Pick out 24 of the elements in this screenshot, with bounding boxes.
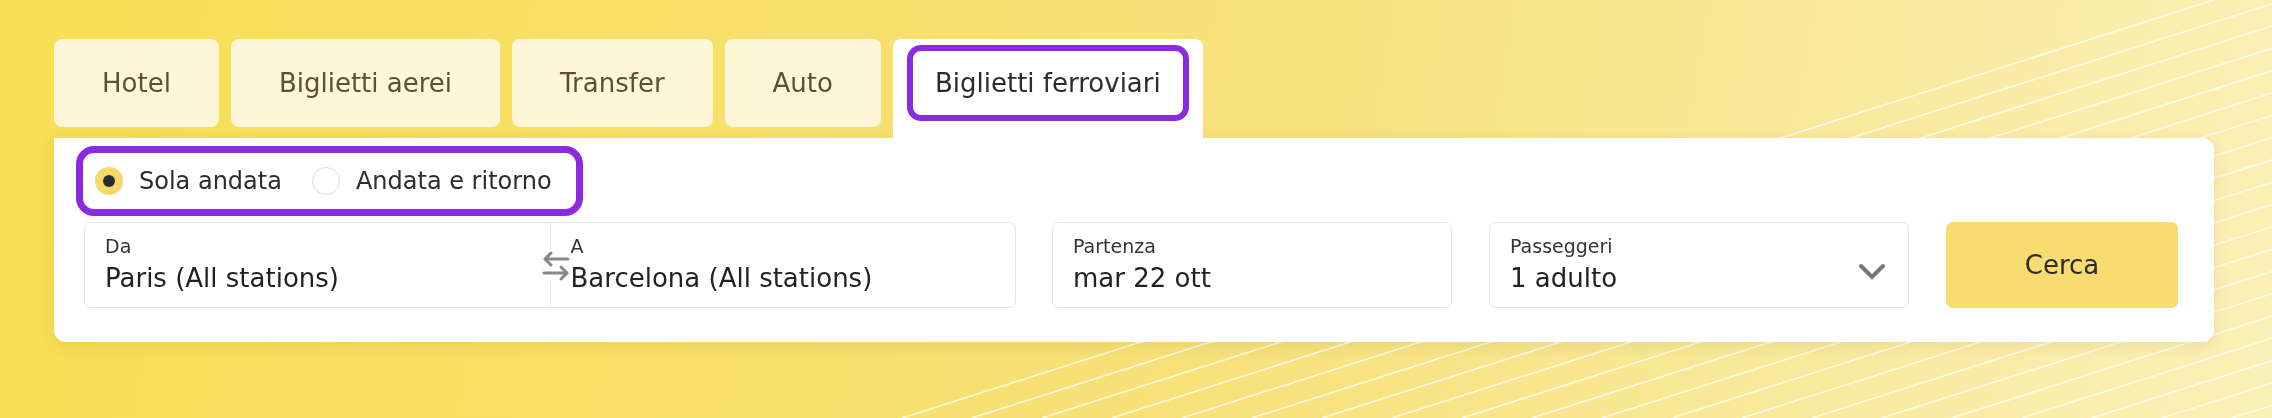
field-label: Da: [105, 235, 133, 257]
radio-option[interactable]: Andata e ritorno: [311, 167, 552, 195]
tab[interactable]: Biglietti ferroviari: [892, 39, 1203, 138]
date-field[interactable]: Partenza mar 22 ott: [1052, 222, 1452, 308]
field-label: Partenza: [1073, 235, 1157, 257]
field-value: mar 22 ott: [1073, 263, 1211, 293]
field-value: Paris (All stations): [105, 263, 339, 293]
radio-label: Sola andata: [139, 167, 282, 195]
radio-option[interactable]: Sola andata: [95, 167, 282, 195]
field-label: A: [570, 235, 585, 257]
radio-icon[interactable]: [311, 167, 340, 195]
tab[interactable]: Transfer: [512, 39, 713, 127]
field-label: Passeggeri: [1510, 235, 1614, 257]
radio-icon[interactable]: [95, 167, 123, 195]
search-button[interactable]: Cerca: [1946, 222, 2178, 308]
tab[interactable]: Biglietti aerei: [230, 39, 501, 127]
radio-label: Andata e ritorno: [355, 167, 552, 195]
passengers-dropdown[interactable]: Passeggeri 1 adulto: [1489, 222, 1909, 308]
chevron-down-icon: [1858, 263, 1886, 281]
field-value: 1 adulto: [1510, 263, 1618, 293]
field-value: Barcelona (All stations): [570, 263, 873, 293]
route-field[interactable]: Da Paris (All stations) A Barcelona (All stations): [84, 222, 1016, 308]
tab[interactable]: Hotel: [54, 39, 219, 127]
tab[interactable]: Auto: [724, 39, 881, 127]
